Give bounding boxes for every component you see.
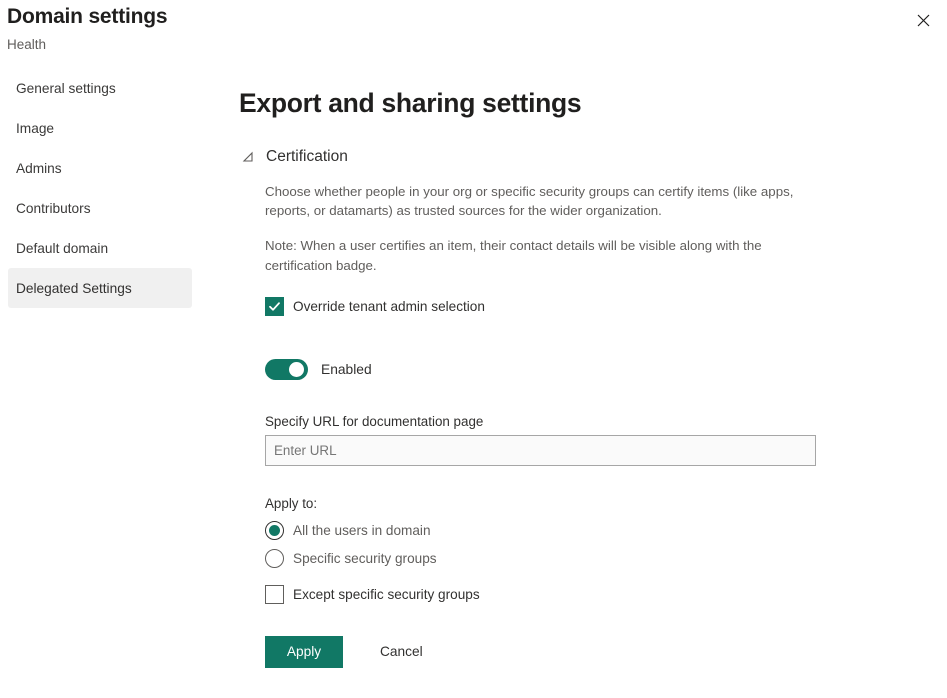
documentation-url-label: Specify URL for documentation page — [265, 414, 939, 429]
checkbox-box — [265, 585, 284, 604]
section-body-certification: Choose whether people in your org or spe… — [265, 182, 939, 668]
certification-note: Note: When a user certifies an item, the… — [265, 236, 803, 275]
cancel-button[interactable]: Cancel — [380, 644, 423, 659]
action-button-row: Apply Cancel — [265, 636, 939, 668]
sidebar-item-image[interactable]: Image — [8, 108, 192, 148]
sidebar-item-label: Admins — [16, 161, 62, 176]
radio-label: All the users in domain — [293, 523, 431, 538]
page-subtitle: Health — [7, 37, 46, 52]
except-specific-security-groups-checkbox[interactable]: Except specific security groups — [265, 585, 480, 604]
sidebar-item-delegated-settings[interactable]: Delegated Settings — [8, 268, 192, 308]
sidebar-item-label: Delegated Settings — [16, 281, 132, 296]
section-title: Certification — [266, 148, 348, 166]
sidebar-item-label: Contributors — [16, 201, 91, 216]
documentation-url-field: Specify URL for documentation page — [265, 414, 939, 466]
close-button[interactable] — [907, 4, 939, 36]
toggle-label: Enabled — [321, 362, 372, 377]
page-title: Domain settings — [7, 5, 167, 29]
main-content: Export and sharing settings Certificatio… — [239, 88, 939, 668]
sidebar-item-label: Default domain — [16, 241, 108, 256]
radio-circle — [265, 549, 284, 568]
close-icon — [917, 14, 930, 27]
override-tenant-admin-checkbox[interactable]: Override tenant admin selection — [265, 297, 485, 316]
radio-circle — [265, 521, 284, 540]
certification-description: Choose whether people in your org or spe… — [265, 182, 803, 221]
sidebar-item-label: Image — [16, 121, 54, 136]
sidebar-item-default-domain[interactable]: Default domain — [8, 228, 192, 268]
apply-to-block: Apply to: All the users in domain Specif… — [265, 496, 939, 604]
radio-all-users-in-domain[interactable]: All the users in domain — [265, 521, 431, 540]
settings-sidebar: General settings Image Admins Contributo… — [0, 68, 200, 308]
radio-dot — [269, 525, 280, 536]
sidebar-item-admins[interactable]: Admins — [8, 148, 192, 188]
radio-specific-security-groups[interactable]: Specific security groups — [265, 549, 437, 568]
triangle-expanded-icon — [239, 148, 257, 166]
sidebar-item-general-settings[interactable]: General settings — [8, 68, 192, 108]
radio-label: Specific security groups — [293, 551, 437, 566]
checkbox-label: Override tenant admin selection — [293, 299, 485, 314]
apply-button[interactable]: Apply — [265, 636, 343, 668]
checkbox-box — [265, 297, 284, 316]
toggle-knob — [289, 362, 304, 377]
sidebar-item-label: General settings — [16, 81, 116, 96]
documentation-url-input[interactable] — [265, 435, 816, 466]
section-header-certification[interactable]: Certification — [239, 148, 348, 166]
content-heading: Export and sharing settings — [239, 88, 939, 120]
panel-header: Domain settings Health — [0, 0, 947, 62]
sidebar-item-contributors[interactable]: Contributors — [8, 188, 192, 228]
certification-toggle-row: Enabled — [265, 359, 939, 380]
checkbox-label: Except specific security groups — [293, 587, 480, 602]
apply-to-label: Apply to: — [265, 496, 939, 511]
certification-toggle[interactable] — [265, 359, 308, 380]
